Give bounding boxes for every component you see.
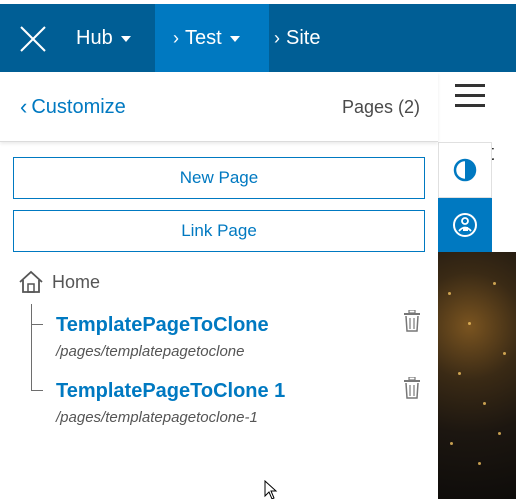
link-page-button[interactable]: Link Page [13,210,425,252]
trash-icon[interactable] [403,310,421,332]
nav-test-dropdown[interactable]: › Test [155,4,269,72]
page-title-link[interactable]: TemplatePageToClone [56,314,269,337]
customize-back-link[interactable]: ‹ Customize [20,94,126,120]
page-path: /pages/templatepagetoclone-1 [56,409,258,426]
contrast-toggle-button[interactable] [438,142,492,198]
site-hero-image [438,252,516,499]
top-nav-bar: Hub › Test › Site [0,4,516,72]
hamburger-menu-icon[interactable] [455,84,485,108]
caret-down-icon [229,36,240,42]
tree-connector [31,324,43,325]
nav-site-link[interactable]: › Site [274,4,320,72]
page-list-item[interactable]: TemplatePageToClone /pages/templatepaget… [56,314,269,360]
nav-site-label: Site [286,26,321,49]
tree-connector [31,390,43,391]
nav-hub-label: Hub [76,26,113,49]
home-label: Home [52,271,101,292]
chevron-right-icon: › [173,27,179,48]
panel-header: ‹ Customize Pages (2) [0,72,438,142]
customize-label: Customize [31,95,126,118]
page-list-item[interactable]: TemplatePageToClone 1 /pages/templatepag… [56,380,285,426]
nav-test-label: Test [185,26,222,49]
caret-down-icon [120,36,131,42]
chevron-right-icon: › [274,27,280,48]
home-icon [19,270,43,293]
page-title-link[interactable]: TemplatePageToClone 1 [56,380,285,403]
close-icon[interactable] [18,24,48,54]
customize-panel: ‹ Customize Pages (2) New Page Link Page… [0,72,438,499]
nav-hub-dropdown[interactable]: Hub [76,4,131,72]
mouse-cursor-icon [264,480,278,499]
pages-count: Pages (2) [341,97,420,117]
chevron-left-icon: ‹ [20,94,28,119]
new-page-button[interactable]: New Page [13,157,425,199]
trash-icon[interactable] [403,377,421,399]
contrast-icon [453,158,477,182]
accessibility-button[interactable] [438,198,492,252]
home-page-item[interactable]: Home [18,270,100,294]
page-path: /pages/templatepagetoclone [56,343,245,360]
tree-connector [31,304,32,390]
accessibility-lock-icon [453,213,477,237]
